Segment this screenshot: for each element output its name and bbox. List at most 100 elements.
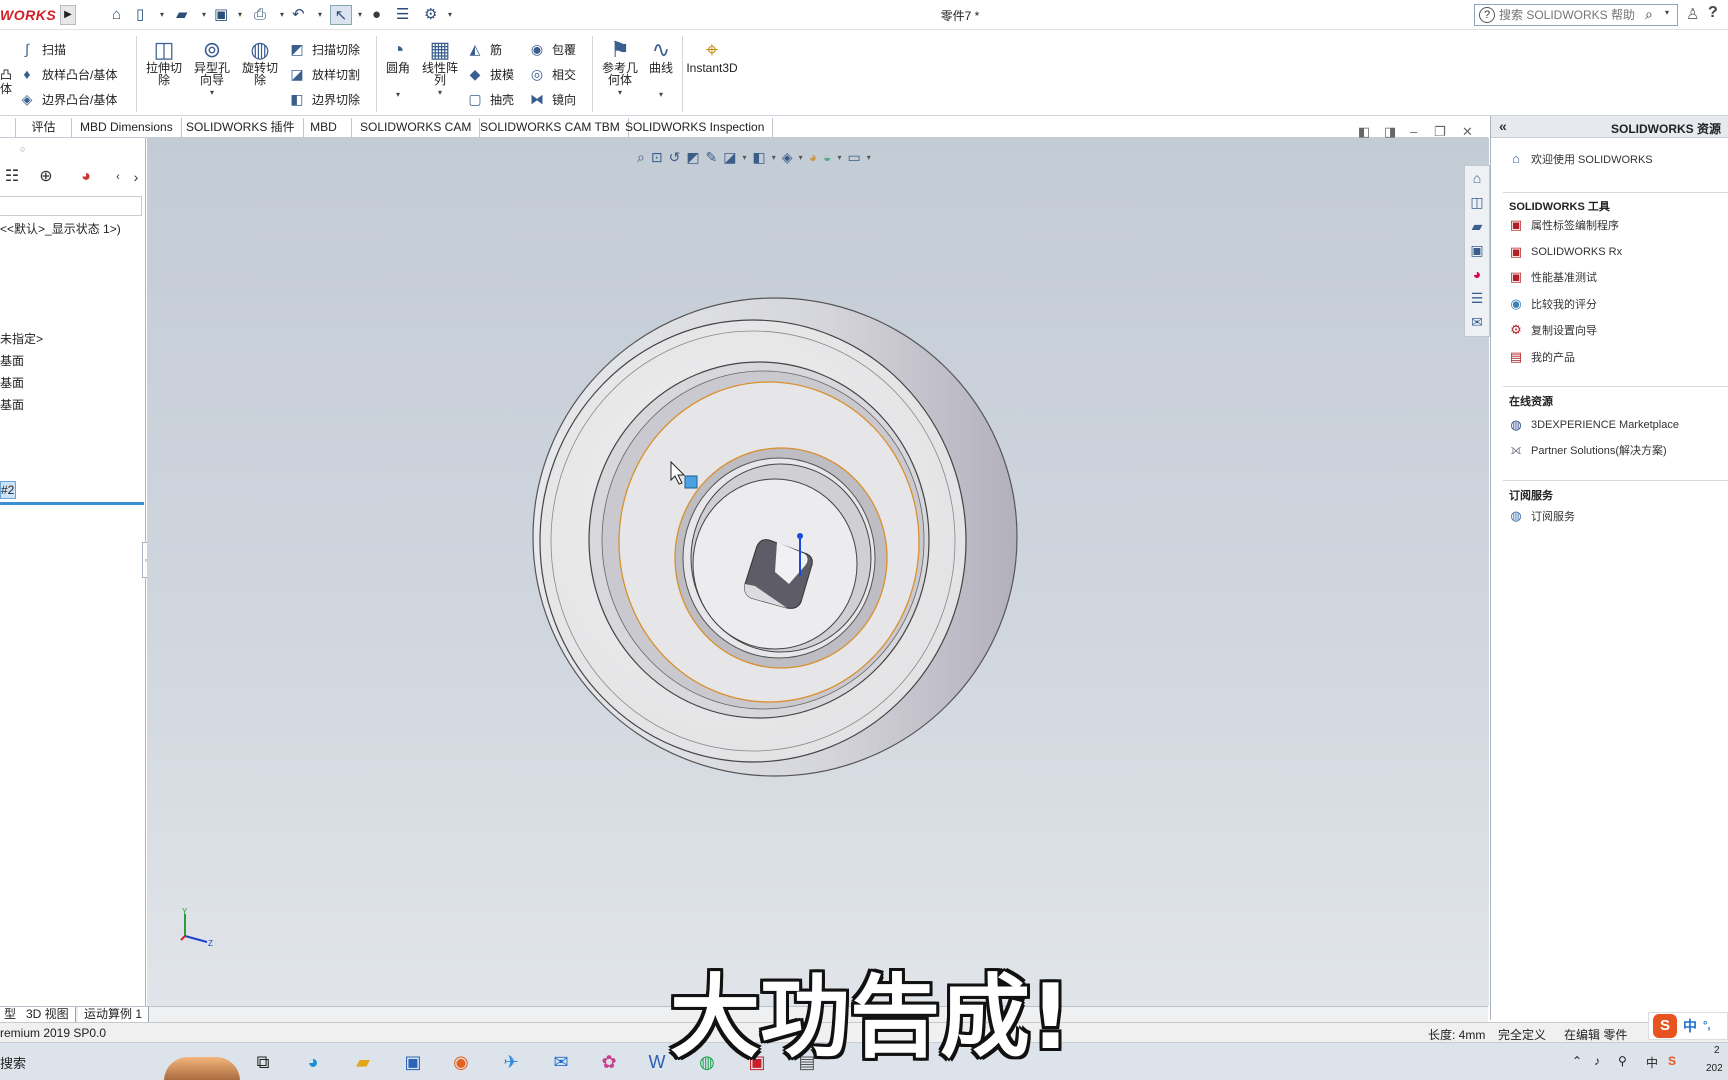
tab-3d-views[interactable]: 3D 视图 bbox=[20, 1007, 76, 1023]
print-icon[interactable]: ⎙ bbox=[254, 5, 266, 25]
help-search-input[interactable] bbox=[1499, 7, 1639, 23]
feishu-icon[interactable]: ✈ bbox=[498, 1050, 524, 1074]
minimize-icon[interactable]: – bbox=[1410, 124, 1417, 139]
open-folder-icon[interactable]: ▰ bbox=[176, 5, 188, 25]
link-partner-solutions[interactable]: ⟗ Partner Solutions(解决方案) bbox=[1507, 441, 1666, 459]
file-properties-icon[interactable]: ☰ bbox=[396, 5, 409, 25]
save-icon[interactable]: ▣ bbox=[214, 5, 228, 25]
tab-solidworks-inspection[interactable]: SOLIDWORKS Inspection bbox=[617, 118, 774, 138]
part-model-render[interactable] bbox=[147, 138, 1489, 1006]
forum-tab-icon[interactable]: ✉ bbox=[1465, 310, 1489, 334]
hole-wizard-button[interactable]: ⊚ 异型孔 向导 ▾ bbox=[190, 38, 234, 98]
welcome-link[interactable]: ⌂ 欢迎使用 SOLIDWORKS bbox=[1507, 150, 1653, 168]
feature-filter[interactable] bbox=[0, 196, 142, 216]
search-dropdown-icon[interactable]: ▾ bbox=[1665, 8, 1669, 17]
edge-browser-icon[interactable]: ◕ bbox=[300, 1050, 326, 1074]
reference-geometry-dropdown-icon[interactable]: ▾ bbox=[596, 88, 644, 97]
link-3dexperience-marketplace[interactable]: ◍ 3DEXPERIENCE Marketplace bbox=[1507, 416, 1679, 434]
new-document-icon[interactable]: ▯ bbox=[136, 5, 144, 25]
swept-cut-button[interactable]: ◩ 扫描切除 bbox=[288, 38, 360, 60]
undo-dropdown-icon[interactable]: ▾ bbox=[318, 5, 322, 25]
dimxpert-tab-icon[interactable]: ⊕ bbox=[34, 166, 58, 188]
tab-solidworks-addins[interactable]: SOLIDWORKS 插件 bbox=[178, 118, 304, 138]
sweep-button[interactable]: ∫ 扫描 bbox=[18, 38, 66, 60]
tool-link-compare-score[interactable]: ◉ 比较我的评分 bbox=[1507, 295, 1597, 313]
word-icon[interactable]: W bbox=[644, 1050, 670, 1074]
rebuild-traffic-light-icon[interactable]: ● bbox=[372, 5, 381, 25]
extruded-cut-button[interactable]: ◫ 拉伸切 除 bbox=[142, 38, 186, 87]
options-gear-icon[interactable]: ⚙ bbox=[424, 5, 437, 25]
property-manager-tab-icon[interactable]: ☷ bbox=[0, 166, 24, 188]
instant3d-button[interactable]: ⌖ Instant3D bbox=[686, 38, 738, 75]
paint-icon[interactable]: ✿ bbox=[596, 1050, 622, 1074]
view-palette-tab-icon[interactable]: ▣ bbox=[1465, 238, 1489, 262]
tool-link-copy-settings[interactable]: ⚙ 复制设置向导 bbox=[1507, 321, 1597, 339]
user-account-icon[interactable]: ♙ bbox=[1686, 5, 1699, 23]
material-node[interactable]: 未指定> bbox=[0, 330, 43, 347]
microphone-icon[interactable]: ♪ bbox=[1594, 1054, 1600, 1068]
panel-pin-icon[interactable]: ○ bbox=[20, 144, 25, 154]
curves-dropdown-icon[interactable]: ▾ bbox=[646, 90, 676, 99]
print-dropdown-icon[interactable]: ▾ bbox=[280, 5, 284, 25]
intersect-button[interactable]: ◎ 相交 bbox=[528, 63, 576, 85]
open-dropdown-icon[interactable]: ▾ bbox=[202, 5, 206, 25]
boundary-boss-button[interactable]: ◈ 边界凸台/基体 bbox=[18, 88, 118, 110]
fillet-button[interactable]: ◔ 圆角 ▾ bbox=[380, 38, 416, 100]
ime-punctuation-icon[interactable]: °, bbox=[1703, 1020, 1710, 1032]
appearances-tab-icon[interactable]: ◕ bbox=[1465, 262, 1489, 286]
clock-date[interactable]: 202 bbox=[1706, 1063, 1723, 1074]
menu-expand-arrow-icon[interactable]: ▶ bbox=[60, 5, 76, 25]
link-subscription-services[interactable]: ◍ 订阅服务 bbox=[1507, 507, 1575, 525]
search-icon[interactable]: ⌕ bbox=[1645, 6, 1653, 23]
front-plane-node[interactable]: 基面 bbox=[0, 352, 24, 369]
tool-link-property-tab-builder[interactable]: ▣ 属性标签编制程序 bbox=[1507, 216, 1619, 234]
curves-button[interactable]: ∿ 曲线 ▾ bbox=[646, 38, 676, 100]
collapse-pane-icon[interactable]: « bbox=[1499, 118, 1507, 134]
mirror-button[interactable]: ⧓ 镜向 bbox=[528, 88, 576, 110]
drag-handle-point[interactable] bbox=[797, 533, 803, 539]
tab-scroll-right-icon[interactable]: › bbox=[124, 166, 145, 188]
undo-icon[interactable]: ↶ bbox=[292, 5, 305, 25]
firefox-icon[interactable]: ◉ bbox=[448, 1050, 474, 1074]
shell-button[interactable]: ▢ 抽壳 bbox=[466, 88, 514, 110]
select-pointer-icon[interactable]: ↖ bbox=[330, 5, 352, 25]
selected-feature-node[interactable]: #2 bbox=[0, 481, 16, 499]
task-view-icon[interactable]: ⧉ bbox=[250, 1050, 276, 1074]
revolved-cut-button[interactable]: ◍ 旋转切 除 bbox=[238, 38, 282, 87]
lofted-cut-button[interactable]: ◪ 放样切割 bbox=[288, 63, 360, 85]
taskbar-search[interactable]: 搜索 bbox=[0, 1053, 26, 1072]
store-icon[interactable]: ▣ bbox=[400, 1050, 426, 1074]
right-plane-node[interactable]: 基面 bbox=[0, 396, 24, 413]
file-explorer-tab-icon[interactable]: ▰ bbox=[1465, 214, 1489, 238]
mail-icon[interactable]: ✉ bbox=[548, 1050, 574, 1074]
help-search-box[interactable]: ? ⌕ ▾ bbox=[1474, 4, 1678, 26]
rollback-bar[interactable] bbox=[0, 502, 144, 505]
tab-evaluate[interactable]: 评估 bbox=[16, 118, 72, 138]
top-plane-node[interactable]: 基面 bbox=[0, 374, 24, 391]
tab-mbd-dimensions[interactable]: MBD Dimensions bbox=[72, 118, 182, 138]
rib-button[interactable]: ◭ 筋 bbox=[466, 38, 502, 60]
tray-overflow-icon[interactable]: ⌃ bbox=[1572, 1054, 1582, 1068]
boundary-cut-button[interactable]: ◧ 边界切除 bbox=[288, 88, 360, 110]
options-dropdown-icon[interactable]: ▾ bbox=[448, 5, 452, 25]
tab-model[interactable]: 型 bbox=[0, 1007, 22, 1023]
tool-link-solidworks-rx[interactable]: ▣ SOLIDWORKS Rx bbox=[1507, 243, 1622, 261]
file-explorer-icon[interactable]: ▰ bbox=[350, 1050, 376, 1074]
tool-link-benchmark[interactable]: ▣ 性能基准测试 bbox=[1507, 268, 1597, 286]
loft-boss-button[interactable]: ♦ 放样凸台/基体 bbox=[18, 63, 117, 85]
fillet-dropdown-icon[interactable]: ▾ bbox=[380, 90, 416, 99]
select-dropdown-icon[interactable]: ▾ bbox=[358, 5, 362, 25]
clock-time[interactable]: 2 bbox=[1714, 1045, 1720, 1056]
save-dropdown-icon[interactable]: ▾ bbox=[238, 5, 242, 25]
custom-properties-tab-icon[interactable]: ☰ bbox=[1465, 286, 1489, 310]
design-library-tab-icon[interactable]: ◫ bbox=[1465, 190, 1489, 214]
tab-motion-study-1[interactable]: 运动算例 1 bbox=[78, 1007, 150, 1023]
extruded-boss-label-2[interactable]: 体 bbox=[0, 80, 12, 97]
network-icon[interactable]: ⚲ bbox=[1618, 1054, 1627, 1068]
tab-mbd[interactable]: MBD bbox=[296, 118, 352, 138]
tab-solidworks-cam-tbm[interactable]: SOLIDWORKS CAM TBM bbox=[472, 118, 629, 138]
new-dropdown-icon[interactable]: ▾ bbox=[160, 5, 164, 25]
sogou-ime-toolbar[interactable]: S 中 °, bbox=[1648, 1012, 1728, 1040]
hole-wizard-dropdown-icon[interactable]: ▾ bbox=[190, 88, 234, 97]
input-language-indicator[interactable]: 中 bbox=[1646, 1054, 1658, 1071]
